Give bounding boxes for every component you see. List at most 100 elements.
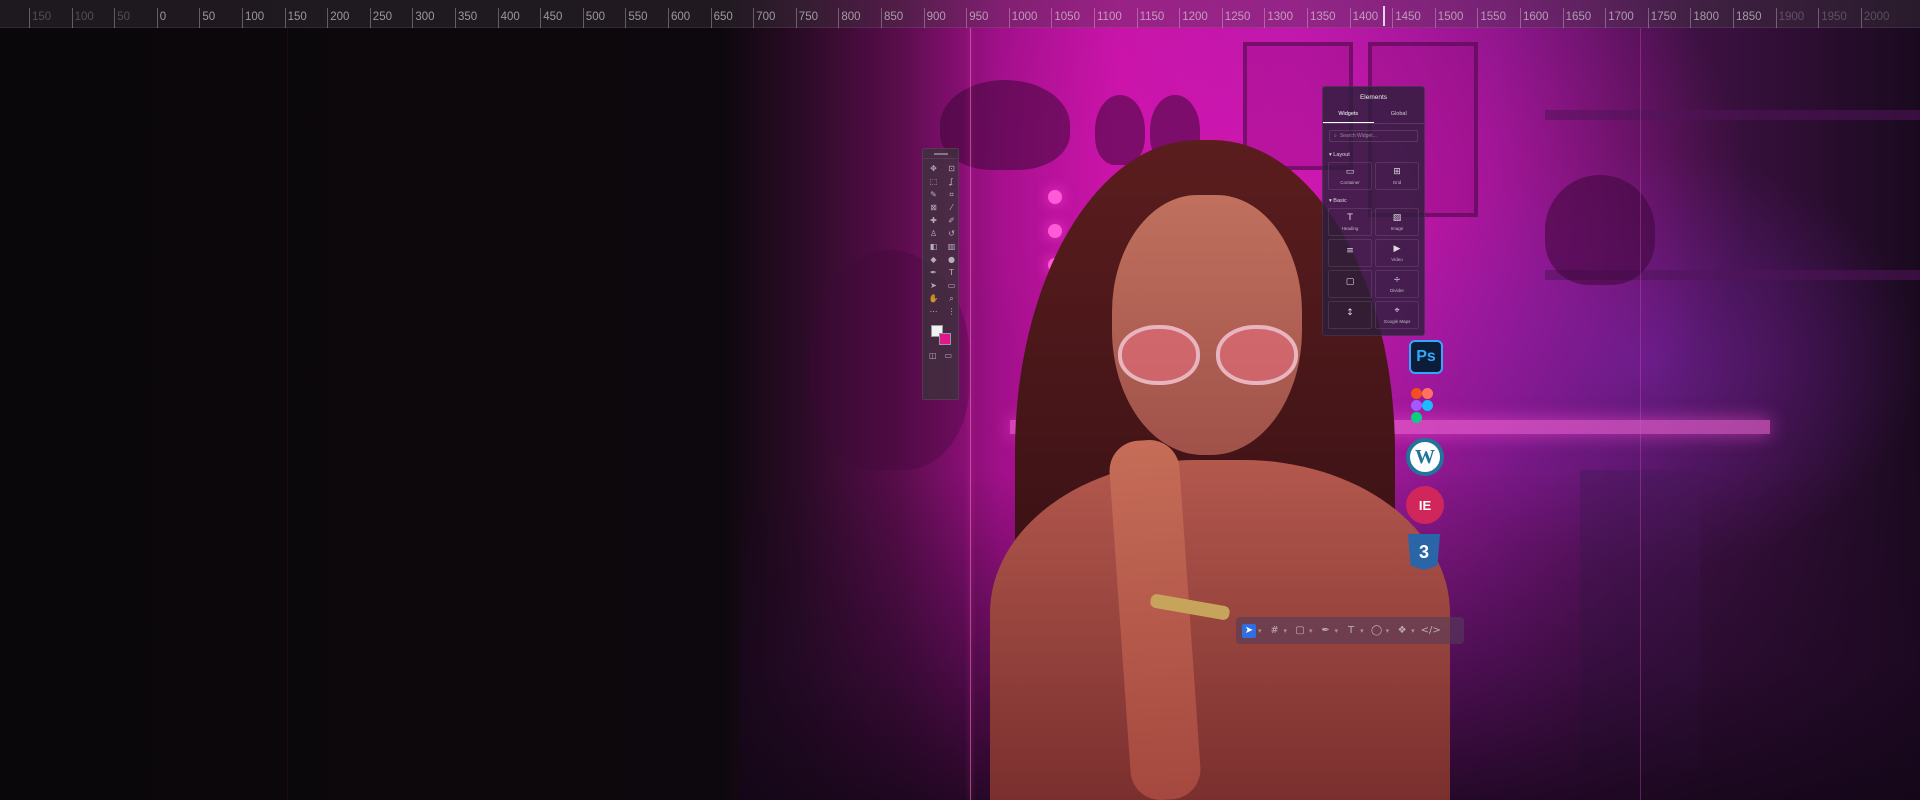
- spot-heal-icon[interactable]: ✚: [926, 215, 941, 226]
- photoshop-icon: Ps: [1409, 340, 1443, 374]
- path-select-icon[interactable]: ➤: [926, 280, 941, 291]
- ruler-label: 1050: [1054, 11, 1080, 23]
- widget-search-input[interactable]: ⌕ Search Widget...: [1329, 130, 1418, 142]
- chevron-down-icon[interactable]: ▾: [1309, 627, 1313, 635]
- quick-select-icon[interactable]: ✎: [926, 189, 941, 200]
- ruler-tick: [966, 8, 968, 28]
- widget-image[interactable]: ▨ Image: [1375, 208, 1419, 236]
- history-brush-icon[interactable]: ↺: [944, 228, 959, 239]
- artboard-icon[interactable]: ⊡: [944, 163, 959, 174]
- marquee-icon[interactable]: ⬚: [926, 176, 941, 187]
- ruler-tick: [1477, 8, 1479, 28]
- widget-label: Google Maps: [1383, 318, 1411, 324]
- lasso-icon[interactable]: ʆ: [944, 176, 959, 187]
- ruler-label: 1600: [1523, 11, 1549, 23]
- eraser-icon[interactable]: ◧: [926, 241, 941, 252]
- shape-tool-icon[interactable]: ▢: [1293, 624, 1307, 638]
- widget-video[interactable]: ▶ Video: [1375, 239, 1419, 267]
- ruler-label: 650: [713, 11, 733, 23]
- ruler-label: 250: [372, 11, 392, 23]
- more-icon[interactable]: ⋮: [944, 306, 959, 317]
- screen-mode-icon[interactable]: ▭: [944, 350, 954, 361]
- photoshop-tools-panel[interactable]: ✥ ⊡ ⬚ ʆ ✎ ⌗ ⊠ ⁄ ✚ ✐ ♙ ↺ ◧ ▥ ◆ ● ✒ T ➤ ▭ ✋ ⌕ ⋯ ⋮ ◫ ▭: [922, 148, 959, 400]
- comment-tool-icon[interactable]: ◯: [1370, 624, 1384, 638]
- widget-google-maps[interactable]: ⌖ Google Maps: [1375, 301, 1419, 329]
- blur-icon[interactable]: ◆: [926, 254, 941, 265]
- eyedropper-icon[interactable]: ⁄: [944, 202, 959, 213]
- clone-stamp-icon[interactable]: ♙: [926, 228, 941, 239]
- ruler-tick: [284, 8, 286, 28]
- ruler-tick: [455, 8, 456, 28]
- tab-widgets[interactable]: Widgets: [1323, 107, 1374, 123]
- widget-divider[interactable]: ÷ Divider: [1375, 270, 1419, 298]
- widget-button[interactable]: ▢: [1328, 270, 1372, 298]
- ruler-tick: [795, 8, 797, 28]
- panel-title: Elements: [1359, 94, 1388, 101]
- section-basic-header[interactable]: ▾ Basic: [1323, 194, 1424, 208]
- move-icon[interactable]: ✥: [926, 163, 941, 174]
- figma-icon: [1411, 388, 1435, 424]
- component-icon[interactable]: ❖: [1395, 624, 1409, 638]
- ruler-tick: [1051, 8, 1053, 28]
- ruler-tick: [1562, 8, 1564, 28]
- dev-mode-icon[interactable]: </>: [1421, 624, 1441, 638]
- quick-mask-icon[interactable]: ◫: [928, 350, 938, 361]
- spacer-icon: ↕: [1346, 308, 1354, 318]
- hand-icon[interactable]: ✋: [926, 293, 941, 304]
- zoom-icon[interactable]: ⌕: [944, 293, 959, 304]
- chevron-down-icon[interactable]: ▾: [1360, 627, 1364, 635]
- edit-toolbar-icon[interactable]: ⋯: [926, 306, 941, 317]
- crop-icon[interactable]: ⌗: [944, 189, 959, 200]
- widget-container[interactable]: ▭ Container: [1328, 162, 1372, 190]
- ruler-tick: [1690, 8, 1692, 28]
- chevron-down-icon[interactable]: ▾: [1258, 627, 1262, 635]
- section-layout-header[interactable]: ▾ Layout: [1323, 148, 1424, 162]
- widget-grid[interactable]: ⊞ Grid: [1375, 162, 1419, 190]
- pen-icon[interactable]: ✒: [926, 267, 941, 278]
- ruler-tick: [881, 8, 882, 28]
- ruler-label: 300: [415, 11, 435, 23]
- ruler-label: 1800: [1693, 11, 1719, 23]
- chevron-down-icon[interactable]: ▾: [1411, 627, 1415, 635]
- tools-grid: ✥ ⊡ ⬚ ʆ ✎ ⌗ ⊠ ⁄ ✚ ✐ ♙ ↺ ◧ ▥ ◆ ● ✒ T ➤ ▭ ✋ ⌕ ⋯ ⋮: [923, 159, 958, 321]
- brush-icon[interactable]: ✐: [944, 215, 959, 226]
- ruler-tick: [540, 8, 542, 28]
- dodge-icon[interactable]: ●: [944, 254, 959, 265]
- text-tool-icon[interactable]: T: [1344, 624, 1358, 638]
- background-color-swatch[interactable]: [939, 333, 951, 345]
- container-icon: ▭: [1345, 166, 1355, 177]
- widget-spacer[interactable]: ↕: [1328, 301, 1372, 329]
- type-icon[interactable]: T: [944, 267, 959, 278]
- widget-label: Divider: [1389, 287, 1404, 293]
- horizontal-ruler[interactable]: 150 100 50 0 50 100 150 200 250 300 350 400 450 500 55…: [0, 0, 1920, 28]
- frame-icon[interactable]: ⊠: [926, 202, 941, 213]
- ruler-label: 1550: [1480, 11, 1506, 23]
- widget-heading[interactable]: T Heading: [1328, 208, 1372, 236]
- select-icon[interactable]: ➤: [1242, 623, 1256, 638]
- chevron-down-icon[interactable]: ▾: [1335, 627, 1339, 635]
- ruler-tick: [625, 8, 627, 28]
- text-editor-icon: ≡: [1346, 246, 1354, 256]
- panel-grip[interactable]: [923, 149, 958, 159]
- ruler-label: 500: [585, 11, 605, 23]
- widget-text-editor[interactable]: ≡: [1328, 239, 1372, 267]
- figma-dot: [1411, 388, 1422, 399]
- ruler-tick: [1307, 8, 1308, 28]
- chevron-down-icon[interactable]: ▾: [1386, 627, 1390, 635]
- rectangle-icon[interactable]: ▭: [944, 280, 959, 291]
- ruler-label: 1150: [1139, 11, 1165, 23]
- section-title: Basic: [1333, 198, 1347, 204]
- ruler-tick: [582, 8, 584, 28]
- ruler-label: 1000: [1011, 11, 1038, 23]
- chevron-down-icon[interactable]: ▾: [1284, 627, 1288, 635]
- color-swatches[interactable]: [929, 325, 958, 347]
- ruler-tick: [327, 8, 329, 28]
- widget-label: Grid: [1392, 179, 1402, 185]
- ruler-tick: [838, 8, 840, 28]
- ruler-tick: [1221, 8, 1223, 28]
- ruler-tick: [923, 8, 925, 28]
- pen-tool-icon[interactable]: ✒: [1319, 624, 1333, 638]
- tab-global[interactable]: Global: [1374, 107, 1425, 123]
- gradient-icon[interactable]: ▥: [944, 241, 959, 252]
- frame-tool-icon[interactable]: #: [1268, 624, 1282, 638]
